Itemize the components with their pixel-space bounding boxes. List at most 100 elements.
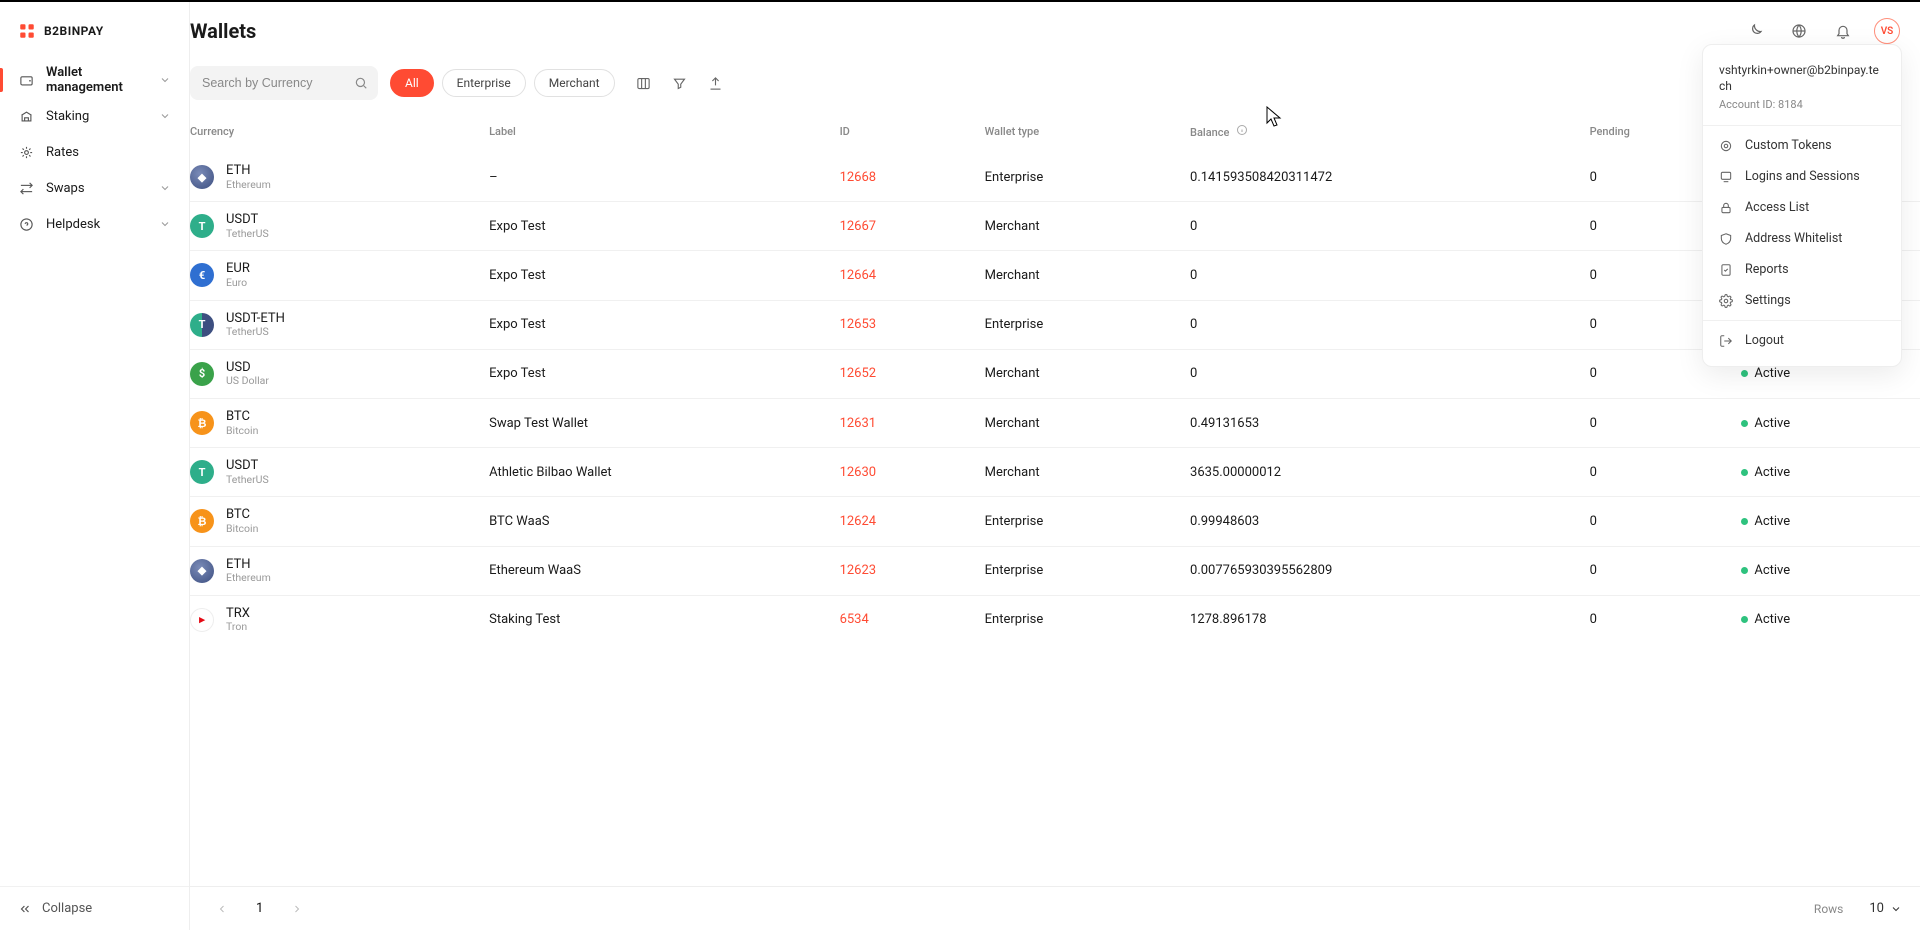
logout-icon	[1719, 334, 1733, 348]
sidebar-item-wallet-management[interactable]: Wallet management	[0, 62, 189, 98]
wallet-status: Active	[1754, 416, 1790, 431]
status-dot-icon	[1741, 567, 1748, 574]
table-row[interactable]: T USDT TetherUS Athletic Bilbao Wallet 1…	[190, 448, 1920, 497]
chevron-down-icon	[159, 182, 171, 194]
wallet-id-link[interactable]: 12652	[840, 366, 877, 381]
table-row[interactable]: T USDT-ETH TetherUS Expo Test 12653 Ente…	[190, 300, 1920, 349]
moon-icon	[1747, 23, 1763, 39]
sidebar-item-staking[interactable]: Staking	[0, 98, 189, 134]
wallet-type: Merchant	[985, 268, 1040, 283]
status-dot-icon	[1741, 420, 1748, 427]
currency-icon: ▸	[190, 608, 214, 632]
wallet-label: Expo Test	[489, 366, 546, 381]
wallet-type: Merchant	[985, 219, 1040, 234]
sidebar-item-helpdesk[interactable]: Helpdesk	[0, 206, 189, 242]
wallet-id-link[interactable]: 12630	[840, 465, 877, 480]
menu-item-address-whitelist[interactable]: Address Whitelist	[1703, 223, 1901, 254]
status-dot-icon	[1741, 616, 1748, 623]
brand-name: B2BINPAY	[44, 24, 104, 38]
user-account-id: Account ID: 8184	[1719, 98, 1885, 111]
wallet-id-link[interactable]: 12664	[840, 268, 877, 283]
export-button[interactable]	[705, 72, 727, 94]
table-row[interactable]: ◆ ETH Ethereum – 12668 Enterprise 0.1415…	[190, 153, 1920, 202]
currency-cell: ▸ TRX Tron	[190, 606, 489, 634]
columns-button[interactable]	[633, 72, 655, 94]
table-row[interactable]: ₿ BTC Bitcoin BTC WaaS 12624 Enterprise …	[190, 497, 1920, 546]
wallet-id-link[interactable]: 12623	[840, 563, 877, 578]
chevron-down-icon	[159, 74, 171, 86]
wallet-id-link[interactable]: 12667	[840, 219, 877, 234]
table-row[interactable]: T USDT TetherUS Expo Test 12667 Merchant…	[190, 202, 1920, 251]
chevron-down-icon	[1890, 903, 1902, 915]
upload-icon	[708, 76, 723, 91]
currency-cell: ₿ BTC Bitcoin	[190, 409, 489, 437]
token-icon	[1719, 139, 1733, 153]
chevron-right-icon	[291, 903, 303, 915]
chip-merchant[interactable]: Merchant	[534, 69, 615, 97]
menu-item-logins-sessions[interactable]: Logins and Sessions	[1703, 161, 1901, 192]
theme-toggle-button[interactable]	[1742, 18, 1768, 44]
language-button[interactable]	[1786, 18, 1812, 44]
wallet-type: Enterprise	[985, 317, 1044, 332]
table-row[interactable]: ▸ TRX Tron Staking Test 6534 Enterprise …	[190, 595, 1920, 644]
wallet-id-link[interactable]: 12653	[840, 317, 877, 332]
wallet-label: Staking Test	[489, 612, 560, 627]
table-row[interactable]: € EUR Euro Expo Test 12664 Merchant 0 0 …	[190, 251, 1920, 300]
table-row[interactable]: ₿ BTC Bitcoin Swap Test Wallet 12631 Mer…	[190, 398, 1920, 447]
menu-item-logout[interactable]: Logout	[1703, 325, 1901, 356]
sidebar-item-swaps[interactable]: Swaps	[0, 170, 189, 206]
th-wallet-type[interactable]: Wallet type	[985, 114, 1190, 153]
wallet-id-link[interactable]: 6534	[840, 612, 869, 627]
info-icon[interactable]	[1236, 124, 1248, 136]
user-menu-header: vshtyrkin+owner@b2binpay.tech Account ID…	[1703, 55, 1901, 121]
toolbar: All Enterprise Merchant	[190, 60, 1920, 114]
menu-separator	[1703, 320, 1901, 321]
filter-button[interactable]	[669, 72, 691, 94]
th-id[interactable]: ID	[840, 114, 985, 153]
sidebar-item-rates[interactable]: Rates	[0, 134, 189, 170]
th-label[interactable]: Label	[489, 114, 839, 153]
title-row: Wallets	[190, 2, 1920, 60]
currency-icon: €	[190, 263, 214, 287]
wallet-type: Enterprise	[985, 612, 1044, 627]
menu-item-reports[interactable]: Reports	[1703, 254, 1901, 285]
notifications-button[interactable]	[1830, 18, 1856, 44]
chip-label: Enterprise	[457, 76, 511, 90]
menu-item-access-list[interactable]: Access List	[1703, 192, 1901, 223]
collapse-button[interactable]: Collapse	[0, 886, 189, 930]
wallet-id-link[interactable]: 12631	[840, 416, 877, 431]
wallet-pending: 0	[1590, 268, 1597, 283]
wallet-pending: 0	[1590, 317, 1597, 332]
search-input[interactable]	[190, 66, 378, 100]
wallet-id-link[interactable]: 12668	[840, 170, 877, 185]
table-row[interactable]: ◆ ETH Ethereum Ethereum WaaS 12623 Enter…	[190, 546, 1920, 595]
currency-cell: T USDT-ETH TetherUS	[190, 311, 489, 339]
table-row[interactable]: $ USD US Dollar Expo Test 12652 Merchant…	[190, 349, 1920, 398]
th-currency[interactable]: Currency	[190, 114, 489, 153]
avatar-initials: VS	[1881, 26, 1894, 37]
wallet-type: Enterprise	[985, 514, 1044, 529]
wallet-label: –	[489, 170, 498, 185]
wallet-balance: 3635.00000012	[1190, 465, 1281, 480]
page-next-button[interactable]	[283, 903, 311, 915]
currency-icon: ◆	[190, 559, 214, 583]
rows-per-page-select[interactable]: 10	[1869, 901, 1902, 916]
currency-icon: T	[190, 313, 214, 337]
lock-icon	[1719, 201, 1733, 215]
device-icon	[1719, 170, 1733, 184]
menu-item-custom-tokens[interactable]: Custom Tokens	[1703, 130, 1901, 161]
menu-item-settings[interactable]: Settings	[1703, 285, 1901, 316]
brand-row[interactable]: B2BINPAY	[0, 2, 189, 60]
avatar-button[interactable]: VS	[1874, 18, 1900, 44]
chip-enterprise[interactable]: Enterprise	[442, 69, 526, 97]
wallet-pending: 0	[1590, 465, 1597, 480]
currency-name: Ethereum	[226, 572, 271, 585]
wallet-id-link[interactable]: 12624	[840, 514, 877, 529]
page-prev-button[interactable]	[208, 903, 236, 915]
collapse-label: Collapse	[42, 901, 92, 916]
chip-all[interactable]: All	[390, 69, 434, 97]
currency-cell: € EUR Euro	[190, 261, 489, 289]
currency-icon: ₿	[190, 411, 214, 435]
th-balance[interactable]: Balance	[1190, 114, 1590, 153]
rates-icon	[18, 144, 34, 160]
